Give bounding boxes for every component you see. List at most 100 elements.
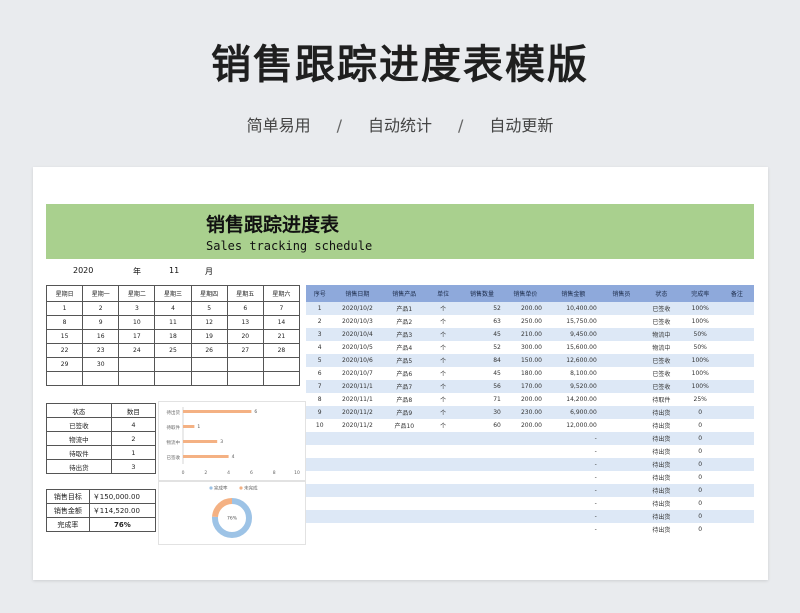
sales-cell: [719, 484, 754, 497]
sales-cell: 150.00: [504, 354, 546, 367]
calendar-day-cell: [118, 357, 156, 372]
sales-cell: [719, 302, 754, 315]
sales-cell: 170.00: [504, 380, 546, 393]
sales-cell: 2020/11/2: [333, 406, 382, 419]
sales-cell: 个: [427, 315, 460, 328]
sales-cell: [427, 445, 460, 458]
sales-cell: [427, 471, 460, 484]
sales-cell: [306, 445, 334, 458]
calendar-header-row: 星期日 星期一 星期二 星期三 星期四 星期五 星期六: [45, 285, 301, 302]
sales-cell: 待出货: [641, 471, 681, 484]
sales-cell: 2020/10/7: [333, 367, 382, 380]
sales-row: 7 2020/11/1 产品7 个 56 170.00 9,520.00 已签收 100%: [306, 380, 754, 393]
sales-cell: 9,520.00: [545, 380, 601, 393]
sales-cell: [333, 484, 382, 497]
calendar-day-cell: [118, 371, 156, 386]
sales-cell: [459, 445, 505, 458]
calendar-day-cell: 13: [226, 315, 264, 330]
sales-header-cell: 销售产品: [381, 285, 428, 302]
sales-cell: 待出货: [641, 419, 681, 432]
sales-cell: [719, 458, 754, 471]
sales-cell: [459, 523, 505, 536]
bar-x-tick-label: 4: [227, 470, 230, 476]
tag-separator: /: [336, 116, 342, 135]
calendar-weekday: 星期三: [154, 285, 192, 302]
sales-cell: 个: [427, 328, 460, 341]
sales-cell: 待出货: [641, 445, 681, 458]
sales-cell: -: [545, 497, 601, 510]
sales-cell: [600, 419, 642, 432]
sales-cell: 2020/10/3: [333, 315, 382, 328]
sales-cell: 4: [306, 341, 334, 354]
calendar-day-cell: 21: [262, 329, 301, 344]
sales-cell: 产品9: [381, 406, 428, 419]
sales-row: - 待出货 0: [306, 484, 754, 497]
sales-cell: [504, 432, 546, 445]
sales-row: - 待出货 0: [306, 458, 754, 471]
sales-cell: [600, 393, 642, 406]
sales-cell: [719, 510, 754, 523]
kpi-row: 完成率 76%: [46, 517, 157, 532]
sales-header-cell: 销售金额: [545, 285, 601, 302]
sales-cell: 2020/11/1: [333, 380, 382, 393]
sales-cell: [719, 367, 754, 380]
sales-cell: 个: [427, 406, 460, 419]
month-value: 11: [169, 266, 180, 275]
sales-cell: [427, 458, 460, 471]
sales-cell: [306, 484, 334, 497]
kpi-value: ￥114,520.00: [88, 503, 157, 518]
sales-cell: [381, 523, 428, 536]
sales-cell: [719, 315, 754, 328]
sheet-title-en: Sales tracking schedule: [206, 239, 373, 253]
kpi-row: 销售目标 ￥150,000.00: [46, 489, 157, 504]
calendar-day-cell: 4: [154, 301, 192, 316]
sales-cell: [600, 458, 642, 471]
sales-cell: [600, 523, 642, 536]
sales-header-cell: 序号: [306, 285, 334, 302]
sales-cell: 待取件: [641, 393, 681, 406]
sales-cell: 待出货: [641, 497, 681, 510]
status-cell: 1: [110, 445, 157, 460]
sales-cell: 0: [680, 432, 720, 445]
sales-cell: 待出货: [641, 458, 681, 471]
sales-cell: [719, 523, 754, 536]
month-label: 月: [205, 267, 213, 276]
sales-cell: 物流中: [641, 341, 681, 354]
calendar-day-cell: 17: [118, 329, 156, 344]
sales-cell: 已签收: [641, 354, 681, 367]
calendar-weekday: 星期五: [226, 285, 264, 302]
sales-row: - 待出货 0: [306, 523, 754, 536]
sales-cell: 300.00: [504, 341, 546, 354]
calendar-day-cell: 25: [154, 343, 192, 358]
sales-cell: [381, 471, 428, 484]
sales-cell: -: [545, 510, 601, 523]
sales-cell: [459, 510, 505, 523]
sales-row: 3 2020/10/4 产品3 个 45 210.00 9,450.00 物流中 50%: [306, 328, 754, 341]
sales-cell: 产品8: [381, 393, 428, 406]
sales-cell: 52: [459, 302, 505, 315]
sales-cell: 8: [306, 393, 334, 406]
bar-category-label: 待取件: [167, 424, 181, 431]
sales-cell: [504, 523, 546, 536]
sales-table: 序号 销售日期 销售产品 单位 销售数量 销售单价 销售金额 销售员 状态 完成率 备注 1 2020/…: [306, 285, 754, 536]
sales-cell: 个: [427, 380, 460, 393]
sales-cell: [719, 432, 754, 445]
calendar-day-cell: 26: [190, 343, 228, 358]
sales-row: 8 2020/11/1 产品8 个 71 200.00 14,200.00 待取件 25%: [306, 393, 754, 406]
kpi-value: 76%: [88, 517, 157, 532]
sales-cell: [504, 484, 546, 497]
sales-cell: [504, 510, 546, 523]
sales-cell: 71: [459, 393, 505, 406]
calendar-day-cell: [226, 357, 264, 372]
bar-value-label: 4: [232, 454, 235, 460]
sales-cell: 9,450.00: [545, 328, 601, 341]
sales-cell: 2020/10/5: [333, 341, 382, 354]
sales-row: 10 2020/11/2 产品10 个 60 200.00 12,000.00 待出货 0: [306, 419, 754, 432]
calendar-day-cell: 19: [190, 329, 228, 344]
sales-cell: 3: [306, 328, 334, 341]
sales-cell: [719, 406, 754, 419]
sales-cell: 45: [459, 328, 505, 341]
calendar-day-cell: 2: [82, 301, 120, 316]
sales-cell: 52: [459, 341, 505, 354]
bar-value-label: 1: [197, 424, 200, 430]
